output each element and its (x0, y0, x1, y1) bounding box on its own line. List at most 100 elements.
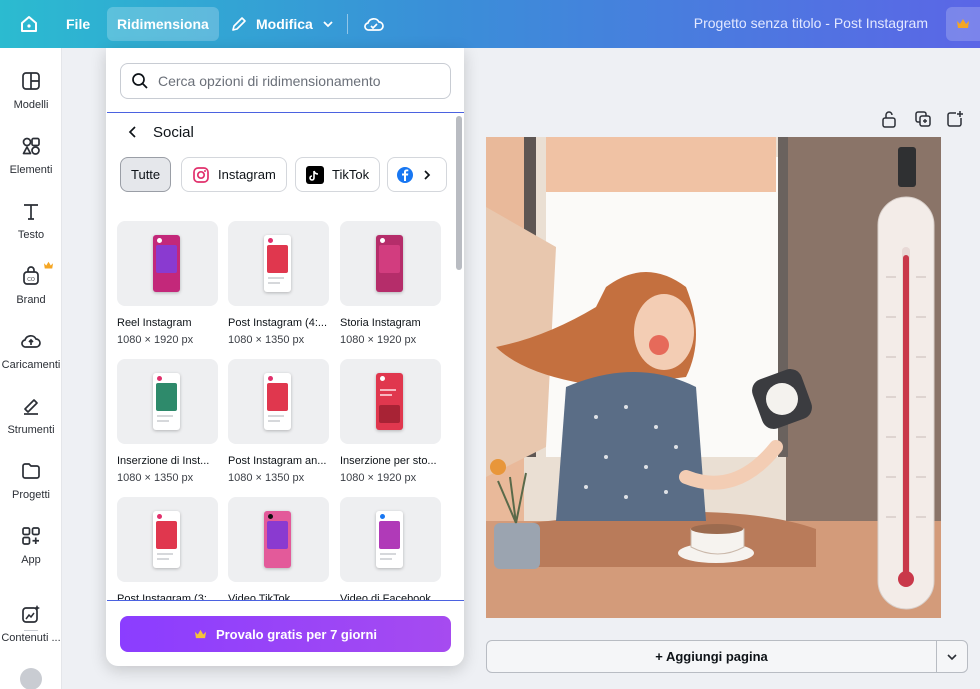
format-size: 1080 × 1920 px (340, 472, 417, 484)
chip-all[interactable]: Tutte (120, 157, 172, 192)
folder-icon (22, 463, 40, 479)
magic-media-icon (22, 605, 40, 623)
crown-icon (44, 261, 53, 269)
file-menu[interactable]: File (56, 7, 100, 41)
sidebar-item-label: Contenuti ... (1, 632, 61, 644)
sidebar-item-label: App (21, 554, 41, 566)
svg-text:CO: CO (27, 277, 35, 283)
sidebar-item-projects[interactable]: Progetti (0, 460, 62, 520)
add-page-button[interactable]: + Aggiungi pagina (486, 640, 937, 673)
tiktok-icon (306, 165, 324, 184)
chevron-down-icon (323, 21, 333, 28)
search-input[interactable] (158, 73, 438, 89)
pencil-icon (232, 17, 246, 31)
project-title[interactable]: Progetto senza titolo - Post Instagram (694, 15, 928, 31)
brand-icon: CO (23, 266, 39, 285)
format-name: Reel Instagram (117, 317, 192, 329)
lock-icon[interactable] (881, 110, 897, 133)
sidebar-item-label: Caricamenti (1, 359, 61, 371)
format-card-video-tiktok[interactable]: Video TikTok (228, 497, 330, 600)
sidebar-item-label: Progetti (12, 489, 50, 501)
left-sidebar: Modelli Elementi Testo CO Brand Caricame… (0, 48, 62, 689)
format-size: 1080 × 1350 px (228, 472, 305, 484)
format-size: 1080 × 1350 px (228, 334, 305, 346)
edit-menu-label: Modifica (256, 16, 313, 32)
format-card-reel-instagram[interactable]: Reel Instagram 1080 × 1920 px (117, 221, 219, 346)
add-page-icon[interactable] (946, 110, 964, 133)
format-card-post-instagram-4-5[interactable]: Post Instagram (4:... 1080 × 1350 px (228, 221, 330, 346)
text-icon (24, 204, 38, 220)
sidebar-item-label: Brand (16, 294, 46, 306)
sidebar-item-label: Elementi (9, 164, 53, 176)
topbar-divider (347, 14, 348, 34)
format-thumbnail (117, 359, 218, 444)
format-card-post-instagram-3-4[interactable]: Post Instagram (3:... (117, 497, 219, 601)
chevron-down-icon (947, 653, 957, 660)
format-thumbnail (228, 497, 329, 582)
elements-icon (22, 137, 40, 155)
scrollbar[interactable] (456, 116, 462, 270)
chevron-left-icon (128, 126, 136, 138)
format-thumbnail (228, 221, 329, 306)
chip-instagram[interactable]: Instagram (181, 157, 287, 192)
sidebar-item-text[interactable]: Testo (0, 200, 62, 260)
format-card-inserzione-storie[interactable]: Inserzione per sto... 1080 × 1920 px (340, 359, 442, 484)
home-icon[interactable] (18, 13, 40, 35)
upload-icon (21, 335, 41, 348)
search-icon (132, 73, 148, 89)
sidebar-item-elements[interactable]: Elementi (0, 135, 62, 195)
profile-avatar[interactable] (20, 668, 42, 689)
format-name: Post Instagram (3:... (117, 593, 217, 601)
format-thumbnail (340, 221, 441, 306)
apps-icon (22, 527, 40, 545)
illustration-image (486, 137, 941, 618)
sidebar-item-label: Testo (17, 229, 45, 241)
chip-tiktok[interactable]: TikTok (295, 157, 381, 192)
page-options-button[interactable] (936, 640, 968, 673)
chevron-right-icon (424, 169, 431, 180)
tools-icon (24, 399, 38, 415)
format-thumbnail (117, 221, 218, 306)
format-card-inserzione-instagram[interactable]: Inserzione di Inst... 1080 × 1350 px (117, 359, 219, 484)
format-name: Inserzione per sto... (340, 455, 437, 467)
cloud-saved-icon[interactable] (363, 13, 385, 40)
design-canvas[interactable] (486, 137, 941, 618)
resize-panel: Social Tutte Instagram TikTok Re (106, 48, 464, 666)
chip-label: Tutte (131, 167, 161, 182)
edit-menu[interactable]: Modifica (220, 7, 345, 41)
duplicate-page-icon[interactable] (914, 110, 932, 133)
crown-icon (957, 19, 969, 28)
format-name: Inserzione di Inst... (117, 455, 210, 467)
format-name: Storia Instagram (340, 317, 421, 329)
resize-menu[interactable]: Ridimensiona (107, 7, 219, 41)
format-name: Video di Facebook (340, 593, 431, 601)
sidebar-item-magic-media[interactable]: Contenuti ... (0, 603, 62, 663)
resize-search[interactable] (120, 63, 451, 99)
format-size: 1080 × 1920 px (117, 334, 194, 346)
templates-icon (22, 72, 40, 90)
sidebar-item-templates[interactable]: Modelli (0, 70, 62, 130)
sidebar-item-uploads[interactable]: Caricamenti (0, 330, 62, 390)
category-title: Social (153, 123, 194, 141)
format-thumbnail (117, 497, 218, 582)
format-size: 1080 × 1920 px (340, 334, 417, 346)
free-trial-label: Provalo gratis per 7 giorni (215, 626, 378, 642)
chip-facebook[interactable] (387, 157, 447, 192)
premium-button[interactable] (946, 7, 980, 41)
chip-label: TikTok (332, 167, 370, 182)
free-trial-button[interactable]: Provalo gratis per 7 giorni (120, 616, 451, 652)
format-thumbnail (340, 359, 441, 444)
format-list: Social Tutte Instagram TikTok Reel Insta… (107, 112, 464, 601)
instagram-icon (193, 166, 209, 183)
format-card-video-facebook[interactable]: Video di Facebook (340, 497, 442, 601)
sidebar-item-tools[interactable]: Strumenti (0, 395, 62, 455)
back-to-categories[interactable]: Social (127, 121, 194, 143)
top-bar: File Ridimensiona Modifica Progetto senz… (0, 0, 980, 48)
format-name: Post Instagram an... (228, 455, 327, 467)
format-card-post-instagram-animato[interactable]: Post Instagram an... 1080 × 1350 px (228, 359, 330, 484)
sidebar-item-apps[interactable]: App (0, 525, 62, 585)
format-card-storia-instagram[interactable]: Storia Instagram 1080 × 1920 px (340, 221, 442, 346)
sidebar-item-brand[interactable]: CO Brand (0, 261, 62, 325)
format-name: Post Instagram (4:... (228, 317, 328, 329)
sidebar-item-label: Modelli (13, 99, 49, 111)
